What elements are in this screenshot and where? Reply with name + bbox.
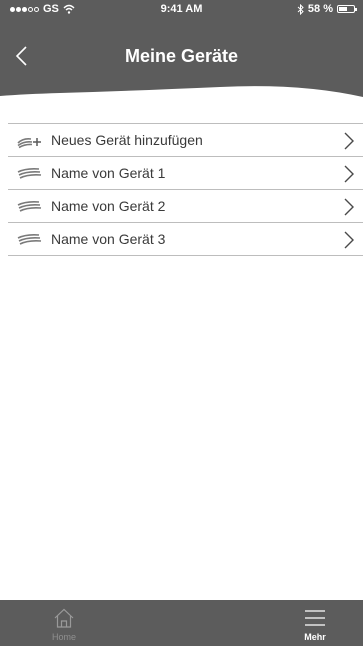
add-device-label: Neues Gerät hinzufügen: [51, 132, 203, 148]
battery-icon: [337, 5, 357, 13]
device-name: Name von Gerät 2: [51, 198, 166, 214]
tab-bar: Home Mehr: [0, 600, 363, 646]
add-device-row[interactable]: Neues Gerät hinzufügen: [8, 124, 363, 157]
tab-home-label: Home: [51, 632, 76, 642]
device-row-3[interactable]: Name von Gerät 3: [8, 223, 363, 256]
device-list: Neues Gerät hinzufügen Name von Gerät 1: [8, 123, 363, 256]
menu-icon: [305, 610, 325, 626]
home-icon: [54, 608, 74, 628]
bluetooth-icon: [297, 3, 304, 15]
tab-more-label: Mehr: [304, 632, 326, 642]
device-row-2[interactable]: Name von Gerät 2: [8, 190, 363, 223]
tab-home[interactable]: Home: [29, 600, 99, 646]
device-icon: [17, 201, 42, 212]
status-right: 58 %: [297, 3, 357, 15]
chevron-right-icon: [344, 231, 354, 249]
chevron-right-icon: [344, 198, 354, 216]
device-name: Name von Gerät 3: [51, 231, 166, 247]
device-row-1[interactable]: Name von Gerät 1: [8, 157, 363, 190]
header: Meine Geräte: [0, 20, 363, 100]
device-icon: [17, 234, 42, 245]
app-screen: GS 9:41 AM 58 % Meine Geräte Neues Gerät…: [0, 0, 363, 646]
device-icon: [17, 168, 42, 179]
chevron-right-icon: [344, 165, 354, 183]
page-title: Meine Geräte: [124, 46, 239, 66]
device-name: Name von Gerät 1: [51, 165, 166, 181]
chevron-right-icon: [344, 132, 354, 150]
status-bar: GS 9:41 AM 58 %: [0, 0, 363, 20]
tab-more[interactable]: Mehr: [280, 600, 350, 646]
battery-percentage: 58 %: [307, 3, 333, 15]
add-device-icon: [17, 138, 41, 149]
